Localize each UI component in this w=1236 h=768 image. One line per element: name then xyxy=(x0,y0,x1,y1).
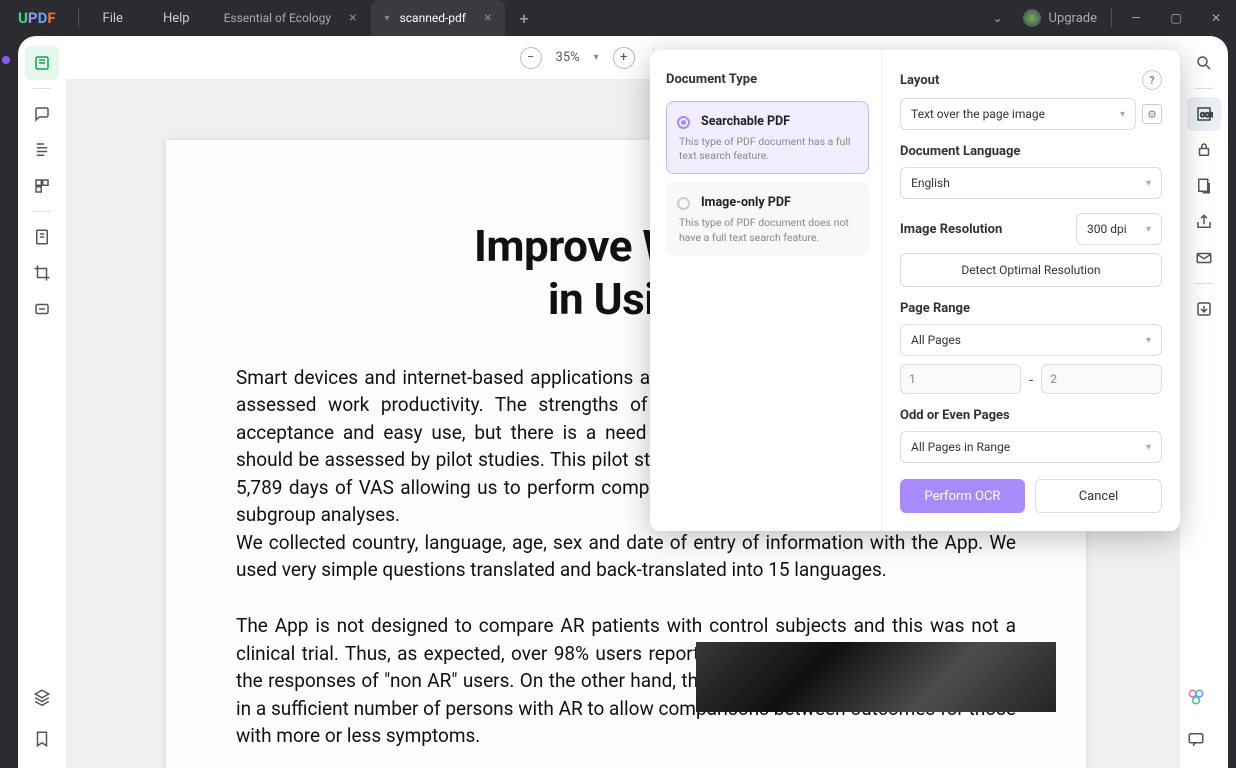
doc-type-title: Searchable PDF xyxy=(701,114,856,129)
share-icon[interactable] xyxy=(1187,205,1221,239)
separator xyxy=(1195,88,1213,89)
convert-icon[interactable] xyxy=(1187,169,1221,203)
left-toolbar xyxy=(18,36,66,768)
close-icon[interactable]: × xyxy=(349,10,356,26)
resolution-label: Image Resolution xyxy=(900,222,1002,237)
tab-label: scanned-pdf xyxy=(400,11,466,25)
app-logo: UPDF xyxy=(0,9,74,27)
protect-icon[interactable] xyxy=(1187,133,1221,167)
tabs-dropdown-icon[interactable]: ⌄ xyxy=(982,11,1012,25)
zoom-value: 35% xyxy=(556,50,580,65)
bookmark-icon[interactable] xyxy=(25,722,59,756)
radio-icon xyxy=(677,116,690,129)
crop-tool-icon[interactable] xyxy=(25,256,59,290)
detect-resolution-button[interactable]: Detect Optimal Resolution xyxy=(900,253,1162,287)
ocr-settings-section: Layout ? Text over the page image ⚙ Docu… xyxy=(882,50,1180,531)
titlebar: UPDF File Help Essential of Ecology × ▾ … xyxy=(0,0,1236,36)
chevron-down-icon[interactable]: ▾ xyxy=(385,13,390,24)
help-icon[interactable]: ? xyxy=(1142,70,1162,90)
avatar xyxy=(1023,9,1041,27)
zoom-in-button[interactable]: + xyxy=(613,47,635,69)
odd-even-label: Odd or Even Pages xyxy=(900,408,1010,423)
tab-active[interactable]: ▾ scanned-pdf × xyxy=(371,0,506,36)
edit-tool-icon[interactable] xyxy=(25,133,59,167)
ocr-icon[interactable]: OCR xyxy=(1187,97,1221,131)
zoom-controls: − 35% ▾ + xyxy=(520,47,635,69)
notification-dot xyxy=(2,56,10,64)
reader-tool-icon[interactable] xyxy=(25,46,59,80)
doc-type-desc: This type of PDF document does not have … xyxy=(679,216,856,244)
ocr-doc-type-section: Document Type Searchable PDF This type o… xyxy=(650,50,882,531)
menu-help[interactable]: Help xyxy=(143,11,210,26)
new-tab-button[interactable]: + xyxy=(505,9,542,28)
tab-inactive[interactable]: Essential of Ecology × xyxy=(210,0,371,36)
gear-icon[interactable]: ⚙ xyxy=(1142,104,1162,124)
perform-ocr-button[interactable]: Perform OCR xyxy=(900,479,1025,513)
resolution-select[interactable]: 300 dpi xyxy=(1076,213,1162,245)
language-select[interactable]: English xyxy=(900,167,1162,199)
chat-icon[interactable] xyxy=(1179,722,1213,756)
divider xyxy=(1111,9,1112,27)
organize-tool-icon[interactable] xyxy=(25,169,59,203)
redact-tool-icon[interactable] xyxy=(25,292,59,326)
doc-type-heading: Document Type xyxy=(666,72,869,87)
lang-label: Document Language xyxy=(900,144,1020,159)
right-toolbar: OCR xyxy=(1180,36,1228,768)
separator xyxy=(1195,283,1213,284)
minimize-button[interactable]: ― xyxy=(1116,0,1156,36)
svg-text:OCR: OCR xyxy=(1200,111,1213,119)
page-range-label: Page Range xyxy=(900,301,970,316)
menu-file[interactable]: File xyxy=(83,11,143,26)
page-tool-icon[interactable] xyxy=(25,220,59,254)
doc-type-imageonly[interactable]: Image-only PDF This type of PDF document… xyxy=(666,182,869,255)
ai-icon[interactable] xyxy=(1179,680,1213,714)
doc-type-title: Image-only PDF xyxy=(701,195,856,210)
odd-even-select[interactable]: All Pages in Range xyxy=(900,431,1162,463)
maximize-button[interactable]: ▢ xyxy=(1156,0,1196,36)
tab-label: Essential of Ecology xyxy=(224,11,331,25)
range-dash: - xyxy=(1029,370,1033,389)
layers-icon[interactable] xyxy=(25,680,59,714)
layout-label: Layout xyxy=(900,73,939,88)
save-icon[interactable] xyxy=(1187,292,1221,326)
doc-type-desc: This type of PDF document has a full tex… xyxy=(679,135,856,163)
layout-select[interactable]: Text over the page image xyxy=(900,98,1136,130)
right-toolbar-bottom xyxy=(1172,680,1220,756)
comment-tool-icon[interactable] xyxy=(25,97,59,131)
separator xyxy=(33,211,51,212)
doc-type-searchable[interactable]: Searchable PDF This type of PDF document… xyxy=(666,101,869,174)
cancel-button[interactable]: Cancel xyxy=(1035,479,1162,513)
page-from-input[interactable]: 1 xyxy=(900,364,1021,394)
page-range-select[interactable]: All Pages xyxy=(900,324,1162,356)
separator xyxy=(33,88,51,89)
zoom-dropdown-icon[interactable]: ▾ xyxy=(594,52,599,63)
page-image xyxy=(696,642,1056,712)
search-icon[interactable] xyxy=(1187,46,1221,80)
close-icon[interactable]: × xyxy=(484,10,491,26)
upgrade-button[interactable]: Upgrade xyxy=(1013,9,1107,27)
page-to-input[interactable]: 2 xyxy=(1041,364,1162,394)
zoom-out-button[interactable]: − xyxy=(520,47,542,69)
radio-icon xyxy=(677,197,690,210)
email-icon[interactable] xyxy=(1187,241,1221,275)
left-toolbar-bottom xyxy=(18,680,66,756)
close-button[interactable]: ✕ xyxy=(1196,0,1236,36)
divider xyxy=(78,9,79,27)
upgrade-label: Upgrade xyxy=(1049,11,1097,26)
ocr-panel: Document Type Searchable PDF This type o… xyxy=(650,50,1180,531)
